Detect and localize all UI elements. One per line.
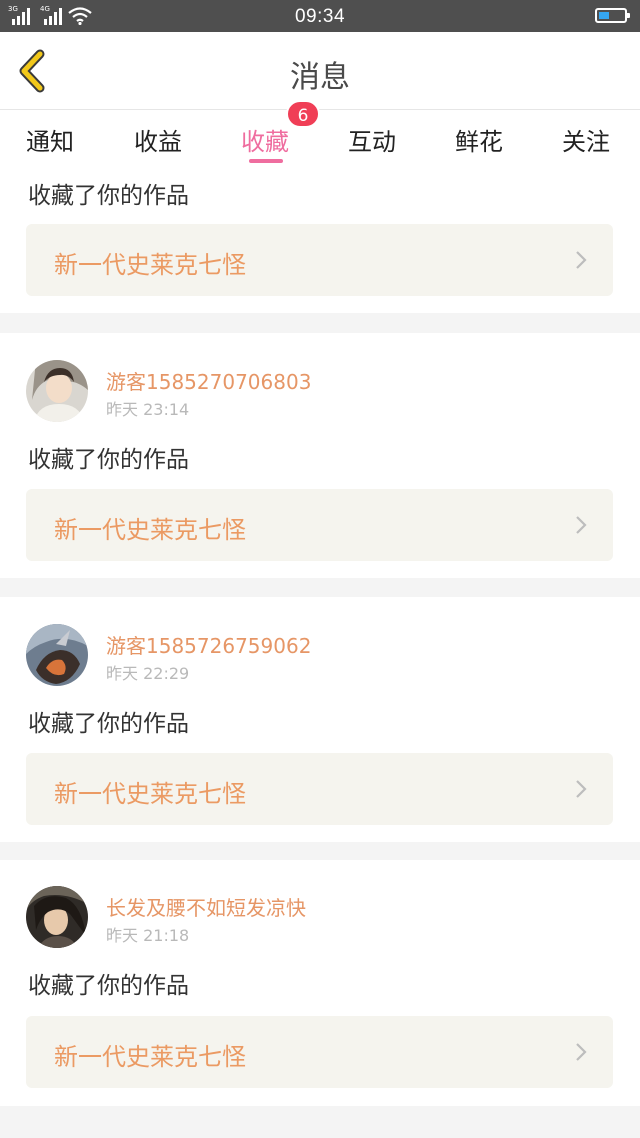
- work-link[interactable]: 新一代史莱克七怪: [26, 489, 613, 561]
- chevron-right-icon: [576, 251, 587, 269]
- page-title: 消息: [290, 60, 350, 95]
- work-title: 新一代史莱克七怪: [54, 1043, 246, 1071]
- chevron-right-icon: [576, 516, 587, 534]
- notification-action-text: 收藏了你的作品: [28, 973, 189, 999]
- notification-action-text: 收藏了你的作品: [28, 711, 189, 737]
- notification-action-text: 收藏了你的作品: [28, 183, 189, 209]
- notification-card: 游客1585270706803 昨天 23:14 收藏了你的作品 新一代史莱克七…: [0, 333, 640, 578]
- timestamp: 昨天 23:14: [106, 400, 190, 419]
- username[interactable]: 长发及腰不如短发凉快: [106, 892, 306, 921]
- notification-card: 游客1585726759062 昨天 22:29 收藏了你的作品 新一代史莱克七…: [0, 597, 640, 842]
- active-tab-indicator: [249, 159, 283, 163]
- status-time: 09:34: [294, 6, 346, 27]
- avatar-image: [26, 360, 88, 422]
- avatar-image: [26, 886, 88, 948]
- work-link[interactable]: 新一代史莱克七怪: [26, 224, 613, 296]
- timestamp: 昨天 21:18: [106, 926, 190, 945]
- tab-follows[interactable]: 关注: [562, 122, 610, 157]
- notification-list: 收藏了你的作品 新一代史莱克七怪 游客1585270706803 昨天 23:1…: [0, 168, 640, 1138]
- username[interactable]: 游客1585726759062: [106, 630, 311, 659]
- avatar[interactable]: [26, 886, 88, 948]
- work-title: 新一代史莱克七怪: [54, 516, 246, 544]
- avatar[interactable]: [26, 624, 88, 686]
- status-bar: 3G 4G 09:34: [0, 0, 640, 32]
- notification-action-text: 收藏了你的作品: [28, 447, 189, 473]
- chevron-right-icon: [576, 780, 587, 798]
- work-title: 新一代史莱克七怪: [54, 251, 246, 279]
- navigation-bar: 消息: [0, 32, 640, 110]
- tab-notice[interactable]: 通知: [26, 122, 74, 157]
- work-link[interactable]: 新一代史莱克七怪: [26, 1016, 613, 1088]
- battery-icon: [595, 8, 630, 23]
- avatar-image: [26, 624, 88, 686]
- work-title: 新一代史莱克七怪: [54, 780, 246, 808]
- avatar[interactable]: [26, 360, 88, 422]
- battery-level: [599, 12, 609, 19]
- timestamp: 昨天 22:29: [106, 664, 190, 683]
- chevron-right-icon: [576, 1043, 587, 1061]
- tab-favorites[interactable]: 收藏: [241, 122, 289, 157]
- notification-card: 收藏了你的作品 新一代史莱克七怪: [0, 168, 640, 313]
- tab-interactions[interactable]: 互动: [348, 122, 396, 157]
- username[interactable]: 游客1585270706803: [106, 366, 311, 395]
- notification-card: 长发及腰不如短发凉快 昨天 21:18 收藏了你的作品 新一代史莱克七怪: [0, 860, 640, 1106]
- tab-flowers[interactable]: 鲜花: [455, 122, 503, 157]
- tab-bar: 通知 收益 收藏 互动 鲜花 关注: [0, 110, 640, 168]
- tab-earnings[interactable]: 收益: [134, 122, 182, 157]
- work-link[interactable]: 新一代史莱克七怪: [26, 753, 613, 825]
- unread-badge: 6: [286, 100, 320, 128]
